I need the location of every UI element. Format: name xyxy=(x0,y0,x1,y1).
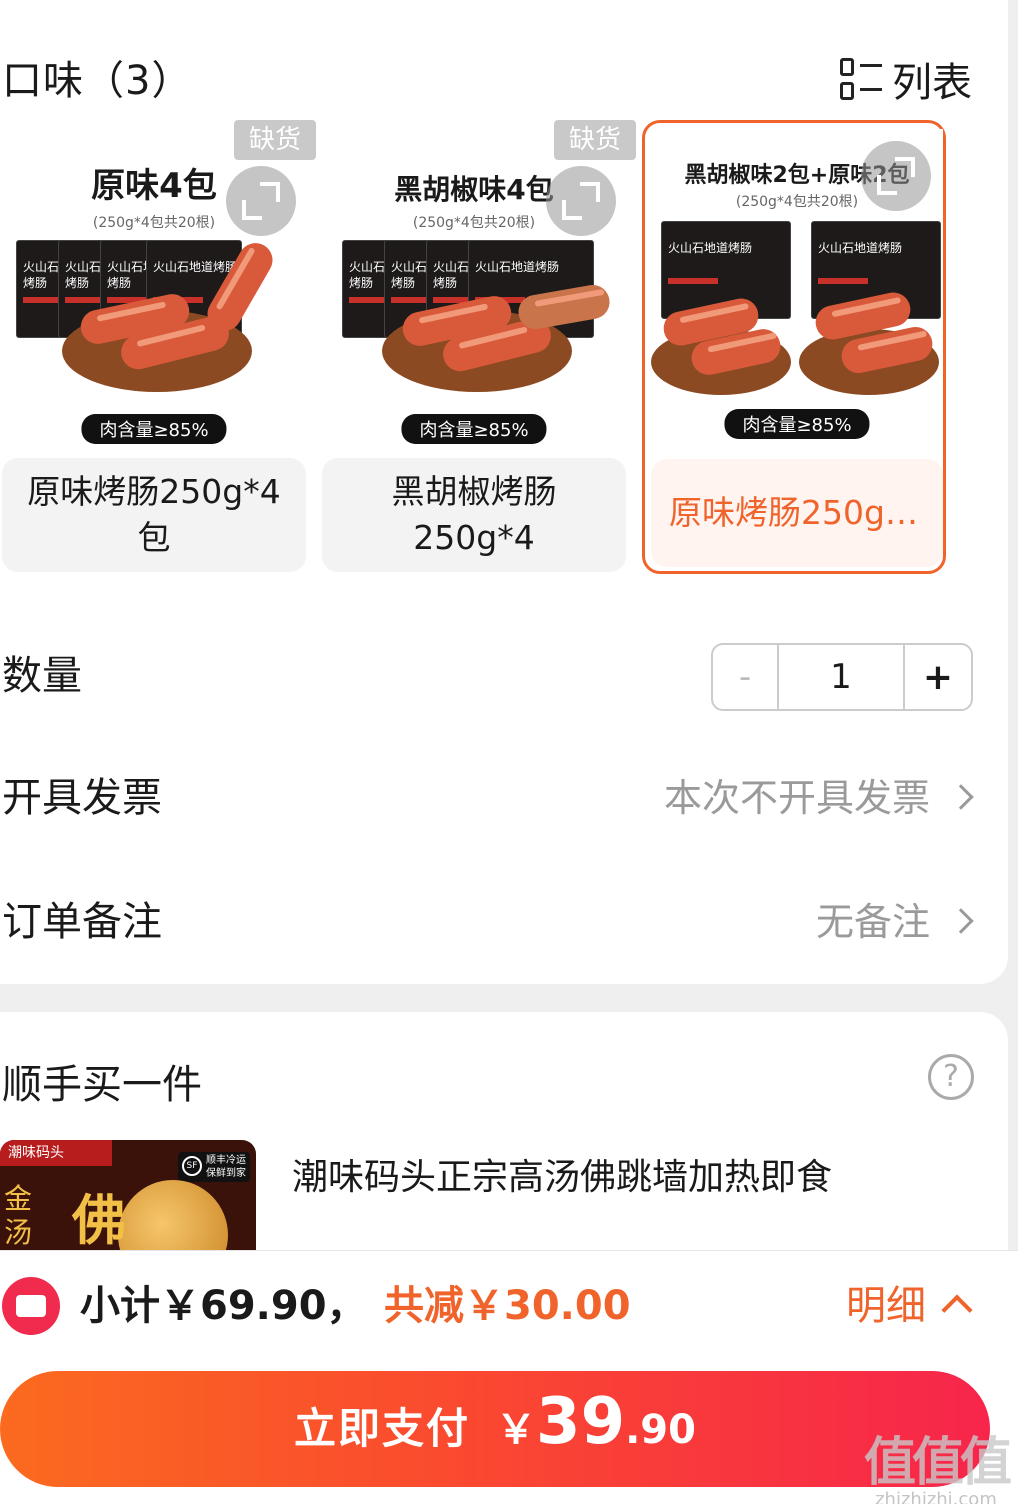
price-detail-link[interactable]: 明细 xyxy=(846,1277,926,1335)
quantity-stepper: - 1 + xyxy=(711,643,973,711)
flavor-section-title: 口味（3） xyxy=(2,58,193,104)
order-confirm-page: 口味（3） 列表 缺货 原味4包 (250g*4包共20根) 火山石地道烤肠 火… xyxy=(0,0,1018,1504)
product-image: 黑胡椒味4包 (250g*4包共20根) 火山石地道烤肠 火山石地道烤肠 火山石… xyxy=(322,130,626,458)
flavor-option-original[interactable]: 缺货 原味4包 (250g*4包共20根) 火山石地道烤肠 火山石地道烤肠 火山… xyxy=(2,120,316,574)
quantity-plus-button[interactable]: + xyxy=(905,645,971,709)
pay-amount-decimal: .90 xyxy=(625,1407,696,1453)
watermark-brand: 值值值 xyxy=(863,1433,1012,1493)
meat-content-tag: 肉含量≥85% xyxy=(401,414,547,444)
sf-cold-chain-badge: SF 顺丰冷运 保鲜到家 xyxy=(178,1152,250,1182)
watermark: 值值值 zhizhizhi.com xyxy=(863,1420,1012,1504)
invoice-value: 本次不开具发票 xyxy=(663,776,930,820)
list-toggle-label: 列表 xyxy=(892,60,972,106)
coupon-icon xyxy=(2,1277,60,1335)
quantity-minus-button[interactable]: - xyxy=(713,645,779,709)
image-text-big: 佛 xyxy=(72,1189,126,1252)
product-image: 原味4包 (250g*4包共20根) 火山石地道烤肠 火山石地道烤肠 火山石地道… xyxy=(2,130,306,458)
quantity-label: 数量 xyxy=(2,653,82,699)
pay-currency: ￥ xyxy=(496,1407,537,1453)
discount-text: 共减￥30.00 xyxy=(384,1283,631,1329)
flavor-option-label: 原味烤肠250g*4包 xyxy=(2,458,306,572)
meat-content-tag: 肉含量≥85% xyxy=(81,414,227,444)
list-view-icon xyxy=(840,58,882,100)
order-remark-row[interactable]: 订单备注 无备注 xyxy=(0,892,1008,952)
meat-content-tag: 肉含量≥85% xyxy=(724,409,870,439)
upsell-title: 顺手买一件 xyxy=(2,1062,202,1108)
watermark-site: zhizhizhi.com xyxy=(875,1489,997,1504)
expand-icon[interactable] xyxy=(546,166,616,236)
pay-amount-integer: 39 xyxy=(536,1385,626,1459)
flavor-option-black-pepper[interactable]: 缺货 黑胡椒味4包 (250g*4包共20根) 火山石地道烤肠 火山石地道烤肠 … xyxy=(322,120,636,574)
upsell-product-image[interactable]: 潮味码头 SF 顺丰冷运 保鲜到家 金汤 佛 xyxy=(0,1140,256,1260)
chevron-right-icon xyxy=(948,908,974,934)
pay-button-label: 立即支付 xyxy=(294,1404,471,1453)
remark-value: 无备注 xyxy=(815,900,930,944)
expand-icon[interactable] xyxy=(226,166,296,236)
soup-bowl-illustration xyxy=(118,1180,228,1260)
image-text-gold: 金汤 xyxy=(4,1182,33,1249)
flavor-options: 缺货 原味4包 (250g*4包共20根) 火山石地道烤肠 火山石地道烤肠 火山… xyxy=(2,120,946,574)
sku-card: 口味（3） 列表 缺货 原味4包 (250g*4包共20根) 火山石地道烤肠 火… xyxy=(0,0,1008,984)
flavor-option-mixed[interactable]: 黑胡椒味2包+原味2包 (250g*4包共20根) 火山石地道烤肠 火山石地道烤… xyxy=(642,120,946,574)
brand-logo: 潮味码头 xyxy=(0,1140,112,1166)
flavor-option-label: 原味烤肠250g*2+黑椒烤… xyxy=(651,459,943,567)
subtotal-text: 小计￥69.90， xyxy=(80,1283,367,1329)
pay-now-button[interactable]: 立即支付 ￥ 39 .90 xyxy=(0,1371,990,1487)
out-of-stock-badge: 缺货 xyxy=(234,120,316,160)
chevron-right-icon xyxy=(948,784,974,810)
help-icon[interactable]: ? xyxy=(928,1054,974,1100)
invoice-label: 开具发票 xyxy=(2,775,162,821)
expand-icon[interactable] xyxy=(861,141,931,211)
out-of-stock-badge: 缺货 xyxy=(554,120,636,160)
list-view-toggle[interactable]: 列表 xyxy=(840,50,972,108)
invoice-row[interactable]: 开具发票 本次不开具发票 xyxy=(0,768,1008,828)
product-image: 黑胡椒味2包+原味2包 (250g*4包共20根) 火山石地道烤肠 火山石地道烤… xyxy=(651,129,943,457)
chevron-up-icon[interactable] xyxy=(941,1294,973,1326)
remark-label: 订单备注 xyxy=(2,899,162,945)
upsell-product-name[interactable]: 潮味码头正宗高汤佛跳墙加热即食 xyxy=(292,1148,832,1200)
flavor-option-label: 黑胡椒烤肠250g*4 xyxy=(322,458,626,572)
quantity-input[interactable]: 1 xyxy=(779,645,905,709)
